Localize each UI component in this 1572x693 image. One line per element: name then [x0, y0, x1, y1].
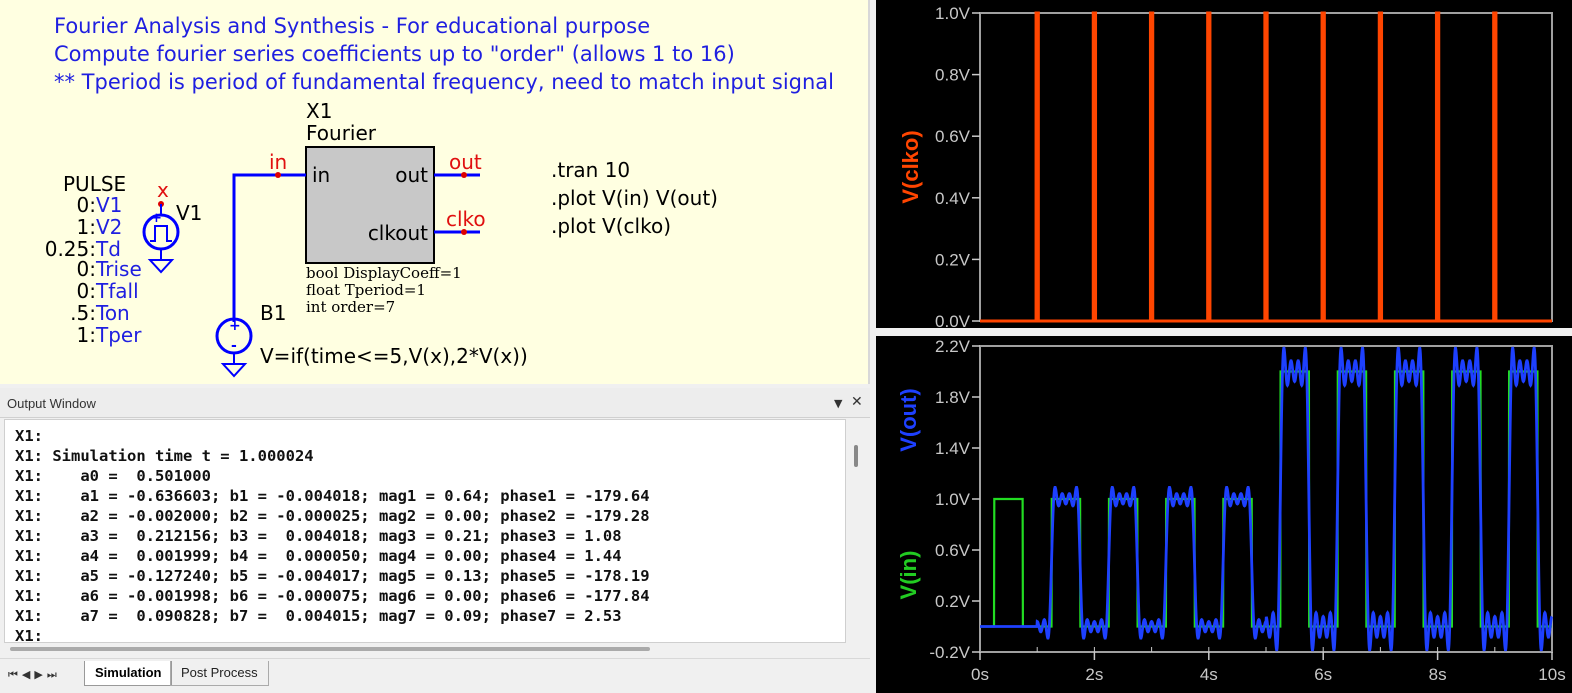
- directive-plot-clko[interactable]: .plot V(clko): [551, 214, 671, 238]
- tab-navigation-arrows-icon[interactable]: ⏮◀▶⏭: [8, 668, 61, 682]
- horizontal-scrollbar[interactable]: [4, 644, 846, 654]
- y-tick-label: 0.2V: [935, 250, 971, 269]
- series-clko: [980, 11, 1552, 323]
- v1-param-value: 0:: [77, 193, 96, 217]
- directive-plot-in-out[interactable]: .plot V(in) V(out): [551, 186, 718, 210]
- svg-text:+: +: [229, 318, 241, 334]
- output-line: X1: a1 = -0.636603; b1 = -0.004018; mag1…: [15, 487, 650, 505]
- waveform-viewer[interactable]: V(clko) V(out) V(in) 0.0V 0.2V 0.4V 0.6V 0.8…: [876, 0, 1572, 693]
- y-tick-label: 0.6V: [935, 541, 971, 560]
- output-line: X1: a5 = -0.127240; b5 = -0.004017; mag5…: [15, 567, 650, 585]
- x-tick-label: 6s: [1314, 665, 1332, 684]
- tab-post-process[interactable]: Post Process: [170, 661, 269, 686]
- output-tabbar: ⏮◀▶⏭ Simulation Post Process: [0, 658, 870, 692]
- v1-param-key: Tper: [95, 323, 142, 347]
- v1-param-value: 1:: [77, 323, 96, 347]
- comment-line-1: Fourier Analysis and Synthesis - For edu…: [54, 14, 650, 38]
- y-axis-label-clko: V(clko): [898, 130, 923, 203]
- x1-param-displaycoeff: bool DisplayCoeff=1: [306, 264, 462, 282]
- pin-out-label: out: [395, 163, 428, 187]
- output-line: X1: a6 = -0.001998; b6 = -0.000075; mag6…: [15, 587, 650, 605]
- y-tick-label: 0.2V: [935, 592, 971, 611]
- b1-instance-name: B1: [260, 301, 286, 325]
- x-tick-label: 8s: [1429, 665, 1447, 684]
- svg-text:+: +: [151, 211, 162, 226]
- v1-param-key: Trise: [95, 257, 142, 281]
- y-tick-label: -0.2V: [929, 643, 970, 662]
- y-tick-label: 1.8V: [935, 388, 971, 407]
- x1-param-tperiod: float Tperiod=1: [306, 281, 426, 299]
- directive-tran[interactable]: .tran 10: [551, 158, 630, 182]
- v1-param-value: .5:: [70, 301, 96, 325]
- output-line: X1:: [15, 427, 43, 445]
- waveform-canvas[interactable]: V(clko) V(out) V(in) 0.0V 0.2V 0.4V 0.6V 0.8…: [876, 0, 1572, 693]
- x1-instance-name: X1: [306, 99, 332, 123]
- y-axis-label-out: V(out): [896, 388, 921, 452]
- output-window-title: Output Window: [7, 396, 96, 411]
- v1-param-value: 1:: [77, 215, 96, 239]
- scrollbar-thumb[interactable]: [854, 445, 858, 467]
- output-line: X1: Simulation time t = 1.000024: [15, 447, 314, 465]
- scrollbar-thumb[interactable]: [10, 647, 650, 651]
- dropdown-arrow-icon[interactable]: ▼: [834, 397, 842, 410]
- y-tick-label: 1.0V: [935, 490, 971, 509]
- v1-instance-name: V1: [176, 201, 202, 225]
- schematic-editor[interactable]: Fourier Analysis and Synthesis - For edu…: [0, 0, 870, 384]
- b1-behavioral-source-icon[interactable]: + -: [215, 317, 253, 378]
- y-tick-label: 1.4V: [935, 439, 971, 458]
- output-lines: X1: X1: Simulation time t = 1.000024 X1: a…: [15, 426, 650, 643]
- close-icon[interactable]: ✕: [851, 394, 863, 410]
- net-label-in[interactable]: in: [269, 150, 287, 174]
- comment-line-3: ** Tperiod is period of fundamental freq…: [54, 70, 834, 94]
- pane-separator[interactable]: [876, 328, 1572, 336]
- output-window-titlebar[interactable]: Output Window ▼ ✕: [0, 388, 870, 418]
- x1-type-label: Fourier: [306, 121, 377, 145]
- v1-params: 0: V1 1: V2 0.25: Td 0: Trise 0: Tfall .…: [45, 193, 142, 347]
- net-label-clko[interactable]: clko: [446, 207, 486, 231]
- y-tick-label: 0.8V: [935, 66, 971, 85]
- output-line: X1: a3 = 0.212156; b3 = 0.004018; mag3 =…: [15, 527, 622, 545]
- v1-param-value: 0:: [77, 257, 96, 281]
- schematic-canvas[interactable]: Fourier Analysis and Synthesis - For edu…: [0, 0, 870, 384]
- y-tick-label: 0.4V: [935, 189, 971, 208]
- v1-pulse-source-icon[interactable]: +: [142, 204, 180, 274]
- axis-ticks: 0.0V 0.2V 0.4V 0.6V 0.8V 1.0V -0.2V 0.2V 0.6V 1.0…: [929, 4, 1565, 684]
- y-tick-label: 0.0V: [935, 312, 971, 331]
- y-tick-label: 1.0V: [935, 4, 971, 23]
- net-label-x[interactable]: x: [157, 178, 169, 202]
- x-tick-label: 0s: [971, 665, 989, 684]
- output-line: X1: a7 = 0.090828; b7 = 0.004015; mag7 =…: [15, 607, 622, 625]
- v1-param-key: V2: [96, 215, 122, 239]
- series-in: [980, 370, 1552, 628]
- vertical-scrollbar[interactable]: [847, 419, 865, 643]
- v1-param-key: V1: [96, 193, 122, 217]
- v1-param-key: Ton: [95, 301, 130, 325]
- x-tick-label: 2s: [1085, 665, 1103, 684]
- x-tick-label: 4s: [1200, 665, 1218, 684]
- y-axis-label-in: V(in): [896, 551, 921, 600]
- output-line: X1: a4 = 0.001999; b4 = 0.000050; mag4 =…: [15, 547, 622, 565]
- b1-expression[interactable]: V=if(time<=5,V(x),2*V(x)): [260, 344, 528, 368]
- output-console[interactable]: X1: X1: Simulation time t = 1.000024 X1: a…: [4, 419, 846, 643]
- v1-param-key: Tfall: [95, 279, 139, 303]
- comment-line-2: Compute fourier series coefficients up t…: [54, 42, 735, 66]
- y-tick-label: 2.2V: [935, 337, 971, 356]
- pin-in-label: in: [312, 163, 330, 187]
- output-line: X1: a0 = 0.501000: [15, 467, 211, 485]
- v1-param-value: 0:: [77, 279, 96, 303]
- pin-clkout-label: clkout: [368, 221, 428, 245]
- output-line: X1: a2 = -0.002000; b2 = -0.000025; mag2…: [15, 507, 650, 525]
- output-line: X1:: [15, 627, 43, 643]
- tab-simulation[interactable]: Simulation: [84, 661, 173, 686]
- y-tick-label: 0.6V: [935, 127, 971, 146]
- net-label-out[interactable]: out: [449, 150, 482, 174]
- x1-param-order: int order=7: [306, 298, 395, 316]
- x-tick-label: 10s: [1538, 665, 1565, 684]
- svg-text:-: -: [231, 338, 237, 354]
- output-window: Output Window ▼ ✕ X1: X1: Simulation time…: [0, 388, 870, 693]
